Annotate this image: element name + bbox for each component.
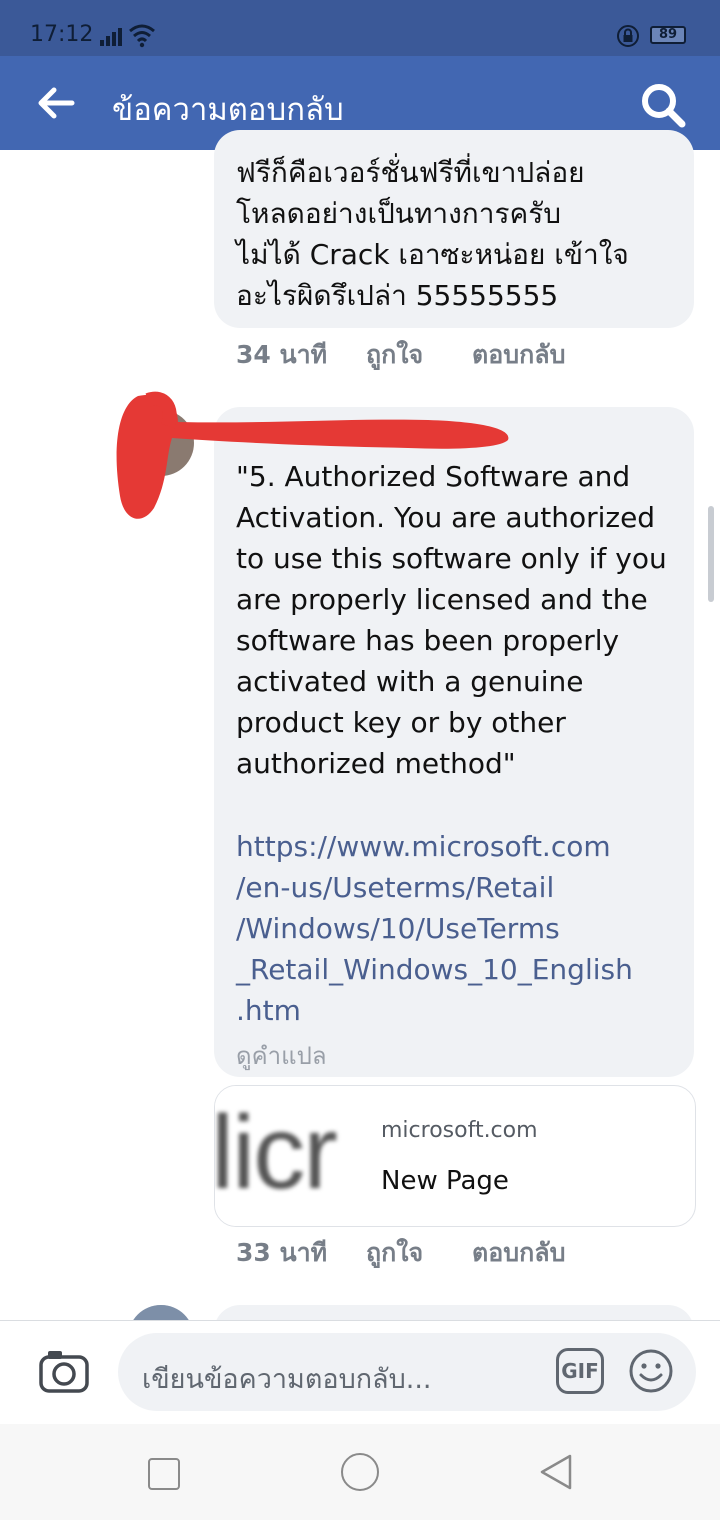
battery-icon: 89 — [650, 26, 686, 44]
like-button[interactable]: ถูกใจ — [366, 335, 423, 375]
like-button[interactable]: ถูกใจ — [366, 1233, 423, 1273]
smiley-icon[interactable] — [628, 1348, 674, 1394]
link-preview-thumbnail: licr — [215, 1086, 359, 1226]
reply-button[interactable]: ตอบกลับ — [472, 335, 565, 375]
see-translation-link[interactable]: ดูคำแปล — [236, 1036, 327, 1075]
comment-link[interactable]: https://www.microsoft.com /en-us/Useterm… — [236, 826, 633, 1031]
redaction-scribble — [116, 391, 509, 519]
comment-time: 34 นาที — [236, 340, 328, 369]
recent-apps-button[interactable] — [148, 1458, 180, 1490]
wifi-icon — [129, 24, 155, 48]
nav-back-icon[interactable] — [538, 1452, 574, 1492]
thumbnail-text: licr — [215, 1095, 338, 1211]
scrollbar[interactable] — [708, 506, 714, 602]
reply-input[interactable]: เขียนข้อความตอบกลับ... GIF — [118, 1333, 696, 1411]
comment-text: ฟรีก็คือเวอร์ชั่นฟรีที่เขาปล่อย โหลดอย่า… — [236, 156, 629, 312]
back-arrow-icon[interactable] — [34, 82, 76, 124]
signal-icon — [100, 28, 122, 46]
camera-icon[interactable] — [38, 1347, 90, 1395]
link-preview-domain: microsoft.com — [381, 1118, 538, 1143]
reply-input-placeholder: เขียนข้อความตอบกลับ... — [142, 1364, 432, 1395]
status-time: 17:12 — [30, 22, 94, 47]
reply-button[interactable]: ตอบกลับ — [472, 1233, 565, 1273]
link-preview-title: New Page — [381, 1166, 509, 1196]
comment-time: 33 นาที — [236, 1238, 328, 1267]
search-icon[interactable] — [638, 80, 688, 130]
lock-icon — [617, 25, 639, 47]
system-nav-bar — [0, 1424, 720, 1520]
page-title: ข้อความตอบกลับ — [112, 92, 344, 128]
home-button[interactable] — [341, 1453, 379, 1491]
status-bar: 17:12 89 — [0, 0, 720, 56]
reply-composer: เขียนข้อความตอบกลับ... GIF — [0, 1320, 720, 1425]
gif-icon[interactable]: GIF — [556, 1348, 604, 1394]
link-preview-card[interactable]: licr microsoft.com New Page — [214, 1085, 696, 1227]
